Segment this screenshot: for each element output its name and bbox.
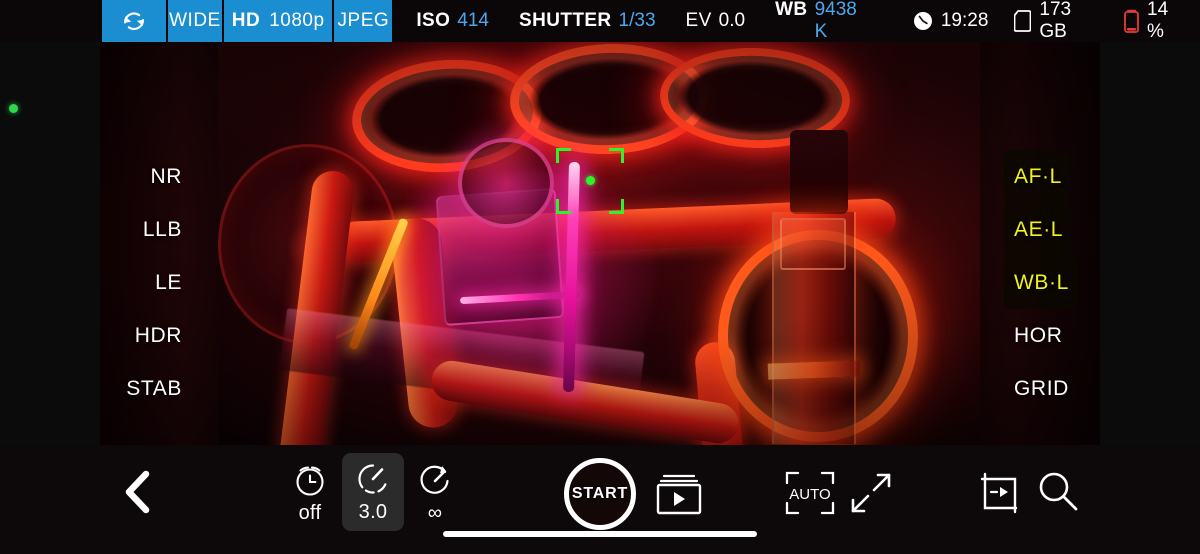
svg-text:AUTO: AUTO [789, 486, 830, 503]
auto-bracket-icon: AUTO [783, 468, 837, 518]
home-indicator-bar [443, 531, 757, 537]
left-feature-labels: NR LLB LE HDR STAB [100, 150, 196, 415]
interval-timer-button[interactable]: 3.0 [342, 453, 404, 531]
clock-value: 19:28 [940, 10, 989, 31]
exposure-key: ISO [416, 10, 451, 31]
chevron-left-icon [121, 469, 155, 515]
reticle-corner-bottom-right [609, 199, 624, 214]
reticle-corner-bottom-left [556, 199, 571, 214]
exposure-value: 414 [457, 10, 489, 31]
lock-toggle-afl[interactable]: AF·L [1004, 150, 1070, 203]
resolution-value: 1080p [269, 10, 325, 31]
start-record-button[interactable]: START [561, 455, 639, 533]
reticle-center-dot [586, 176, 595, 185]
resolution-prefix: HD [231, 10, 261, 31]
reticle-corner-top-left [556, 148, 571, 163]
right-lock-labels: AF·L AE·L WB·L HOR GRID [1004, 150, 1096, 415]
battery-value: 14 % [1147, 0, 1169, 42]
exposure-key: WB [775, 0, 808, 20]
stopwatch-icon [417, 462, 453, 498]
lens-selector-button[interactable]: WIDE [167, 0, 224, 42]
zoom-search-button[interactable] [1033, 465, 1083, 517]
camera-viewfinder[interactable] [100, 42, 1100, 445]
exposure-wb[interactable]: WB 9438 K [775, 0, 857, 43]
resolution-selector-button[interactable]: HD 1080p [224, 0, 335, 42]
exposure-ev[interactable]: EV 0.0 [686, 10, 746, 32]
crop-preview-button[interactable] [972, 467, 1026, 519]
format-selector-button[interactable]: JPEG [334, 0, 395, 42]
feature-toggle-nr[interactable]: NR [142, 150, 196, 203]
reticle-corner-top-right [609, 148, 624, 163]
exposure-readout-group: ISO 414 SHUTTER 1/33 EV 0.0 WB 9438 K [394, 0, 886, 42]
storage-value: 173 GB [1039, 0, 1072, 42]
media-stack-play-icon [652, 470, 706, 518]
battery-low-icon [1124, 9, 1139, 33]
crop-frame-play-icon [974, 468, 1024, 518]
device-status-group: 19:28 173 GB 14 % [887, 0, 1200, 42]
exposure-shutter[interactable]: SHUTTER 1/33 [519, 10, 656, 32]
exposure-key: SHUTTER [519, 10, 612, 31]
clock-status: 19:28 [913, 10, 989, 32]
camera-flip-button[interactable] [102, 0, 168, 42]
exposure-value: 9438 K [814, 0, 857, 42]
feature-toggle-stab[interactable]: STAB [118, 362, 196, 415]
self-timer-button[interactable]: off [283, 457, 337, 529]
lock-toggle-ael[interactable]: AE·L [1004, 203, 1072, 256]
interval-timer-caption: 3.0 [358, 500, 388, 523]
top-status-bar: WIDE HD 1080p JPEG ISO 414 SHUTTER 1/33 EV 0.… [0, 0, 1200, 42]
lock-toggle-grid[interactable]: GRID [1004, 362, 1077, 415]
camera-app-screen: WIDE HD 1080p JPEG ISO 414 SHUTTER 1/33 EV 0.… [0, 0, 1200, 554]
resize-button[interactable] [845, 467, 897, 519]
start-button-label: START [571, 485, 629, 502]
focus-reticle[interactable] [556, 148, 624, 214]
auto-mode-button[interactable]: AUTO [782, 467, 838, 519]
gallery-playback-button[interactable] [651, 469, 707, 519]
battery-status: 14 % [1124, 0, 1186, 43]
duration-caption: ∞ [427, 501, 443, 524]
bottom-toolbar: off 3.0 ∞ START AUTO [0, 445, 1200, 554]
self-timer-caption: off [298, 501, 322, 524]
lock-toggle-hor[interactable]: HOR [1004, 309, 1070, 362]
duration-button[interactable]: ∞ [408, 457, 462, 529]
camera-flip-icon [120, 8, 148, 34]
exposure-key: EV [685, 10, 712, 31]
dial-timer-icon [355, 461, 391, 497]
feature-toggle-hdr[interactable]: HDR [127, 309, 196, 362]
diagonal-arrows-icon [848, 470, 894, 516]
sdcard-icon [1014, 10, 1032, 32]
exposure-value: 0.0 [718, 10, 746, 31]
magnifier-icon [1035, 468, 1081, 514]
lens-label: WIDE [169, 10, 221, 31]
storage-status: 173 GB [1014, 0, 1098, 43]
back-button[interactable] [112, 459, 164, 525]
exposure-iso[interactable]: ISO 414 [416, 10, 489, 32]
recording-status-dot [9, 104, 18, 113]
feature-toggle-llb[interactable]: LLB [135, 203, 196, 256]
clock-icon [913, 11, 933, 31]
feature-toggle-le[interactable]: LE [147, 256, 196, 309]
lock-toggle-wbl[interactable]: WB·L [1004, 256, 1077, 309]
alarm-clock-icon [292, 462, 328, 498]
format-label: JPEG [337, 10, 390, 31]
live-preview-image [100, 42, 1100, 445]
exposure-value: 1/33 [618, 10, 656, 31]
